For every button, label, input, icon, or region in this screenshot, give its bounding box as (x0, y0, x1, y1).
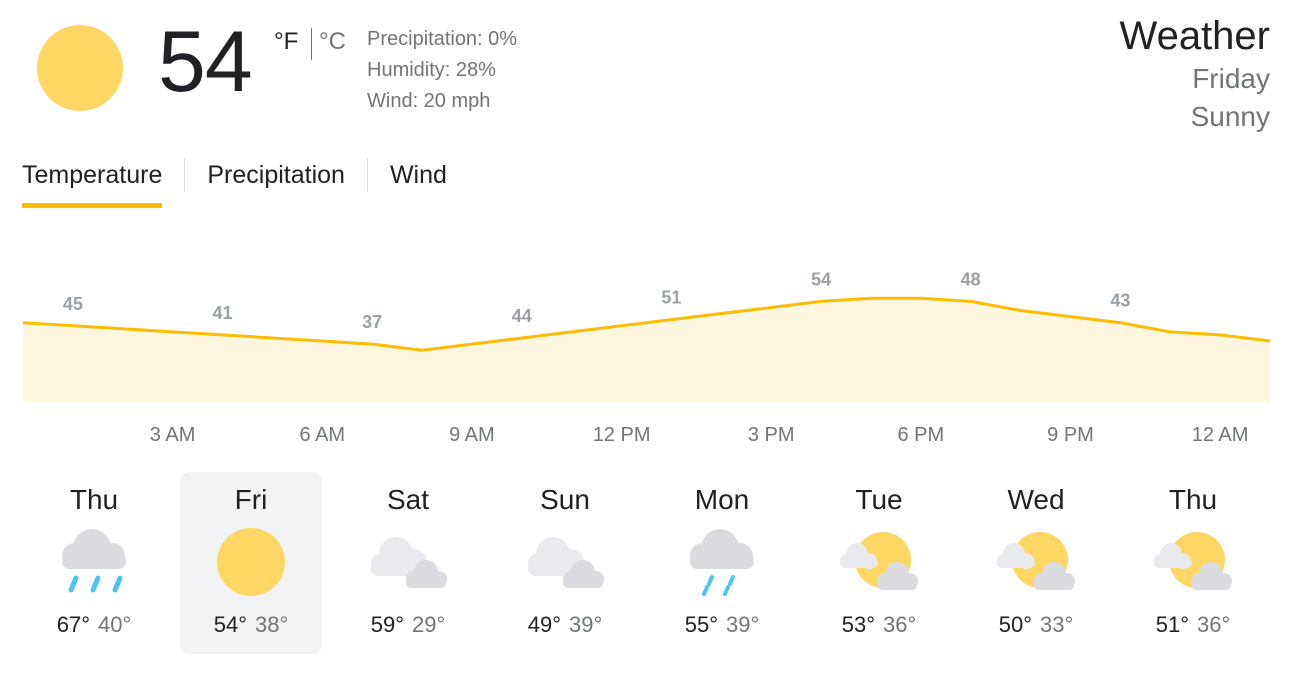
tab-divider (184, 158, 186, 192)
tab-precipitation[interactable]: Precipitation (207, 154, 345, 196)
hour-tick-label: 9 PM (1047, 424, 1094, 446)
unit-fahrenheit-button[interactable]: °F (274, 28, 298, 56)
day-name: Thu (1168, 484, 1218, 515)
temperature-value-label: 43 (1110, 291, 1130, 311)
high-temp: 67° (56, 612, 90, 637)
high-temp: 54° (213, 612, 247, 637)
low-temp: 36° (883, 612, 917, 637)
rain-icon (62, 529, 126, 593)
partly-cloudy-icon (840, 532, 918, 590)
temperature-value-label: 54 (811, 270, 831, 289)
forecast-day-fri[interactable]: Fri 54° 38° (180, 472, 322, 654)
low-temp: 36° (1197, 612, 1231, 637)
daily-forecast: Thu 67° 40° Fri 54° 38° Sat 59° 29° Sun … (0, 472, 1292, 658)
partly-cloudy-icon (1154, 532, 1232, 590)
forecast-day-thu[interactable]: Thu 67° 40° (23, 472, 165, 654)
forecast-day-thu-next[interactable]: Thu 51° 36° (1122, 472, 1264, 654)
temperature-value-label: 45 (63, 294, 83, 314)
partly-cloudy-icon (997, 532, 1075, 590)
day-name: Thu (69, 484, 119, 515)
day-name: Sat (386, 484, 430, 515)
humidity-text: Humidity: 28% (367, 59, 496, 81)
forecast-day-tue[interactable]: Tue 53° 36° (808, 472, 950, 654)
tab-temperature[interactable]: Temperature (22, 154, 163, 208)
sun-icon (37, 25, 123, 111)
hour-tick-label: 6 PM (897, 424, 945, 446)
day-name: Sun (540, 484, 590, 515)
current-condition: Sunny (1190, 101, 1270, 132)
sun-icon (217, 528, 285, 596)
cloudy-icon (371, 537, 447, 588)
high-temp: 55° (684, 612, 718, 637)
hour-tick-label: 9 AM (449, 424, 495, 446)
high-temp: 53° (841, 612, 875, 637)
forecast-day-mon[interactable]: Mon 55° 39° (651, 472, 793, 654)
hour-tick-label: 12 AM (1191, 424, 1249, 446)
weather-title: Weather (1119, 14, 1270, 58)
day-name: Fri (234, 484, 268, 515)
day-name: Wed (1007, 484, 1065, 515)
precipitation-text: Precipitation: 0% (367, 28, 518, 50)
cloudy-icon (528, 537, 604, 588)
hour-axis: 3 AM 6 AM 9 AM 12 PM 3 PM 6 PM 9 PM 12 AM (0, 424, 1292, 454)
low-temp: 29° (412, 612, 446, 637)
current-details: Precipitation: 0% Humidity: 28% Wind: 20… (367, 24, 517, 117)
chart-tabs: Temperature Precipitation Wind (22, 154, 447, 210)
temperature-value-label: 48 (961, 270, 981, 289)
forecast-day-wed[interactable]: Wed 50° 33° (965, 472, 1107, 654)
low-temp: 40° (98, 612, 132, 637)
high-temp: 50° (998, 612, 1032, 637)
high-temp: 59° (370, 612, 404, 637)
forecast-day-sun[interactable]: Sun 49° 39° (494, 472, 636, 654)
wind-text: Wind: 20 mph (367, 90, 491, 112)
tab-wind[interactable]: Wind (390, 154, 447, 196)
temperature-value-label: 51 (661, 288, 681, 308)
high-temp: 49° (527, 612, 561, 637)
temperature-value-label: 37 (362, 312, 382, 332)
tab-divider (366, 158, 368, 192)
high-temp: 51° (1155, 612, 1189, 637)
forecast-day-sat[interactable]: Sat 59° 29° (337, 472, 479, 654)
temperature-area (23, 298, 1270, 402)
low-temp: 33° (1040, 612, 1074, 637)
low-temp: 39° (569, 612, 603, 637)
low-temp: 38° (255, 612, 289, 637)
low-temp: 39° (726, 612, 760, 637)
temperature-value-label: 44 (512, 306, 532, 326)
weather-header: Weather Friday Sunny (1120, 12, 1270, 136)
temperature-value-label: 41 (212, 303, 232, 323)
temperature-chart: 45 41 37 44 51 54 48 43 (22, 270, 1271, 402)
hour-tick-label: 3 PM (747, 424, 795, 446)
hour-tick-label: 6 AM (299, 424, 346, 446)
unit-divider (311, 28, 312, 60)
hour-tick-label: 3 AM (149, 424, 196, 446)
light-rain-icon (690, 529, 754, 596)
unit-celsius-button[interactable]: °C (319, 28, 346, 56)
day-name: Mon (694, 484, 750, 515)
current-day: Friday (1192, 63, 1270, 94)
hour-tick-label: 12 PM (592, 424, 651, 446)
current-temperature: 54 (158, 14, 253, 110)
day-name: Tue (855, 484, 903, 515)
